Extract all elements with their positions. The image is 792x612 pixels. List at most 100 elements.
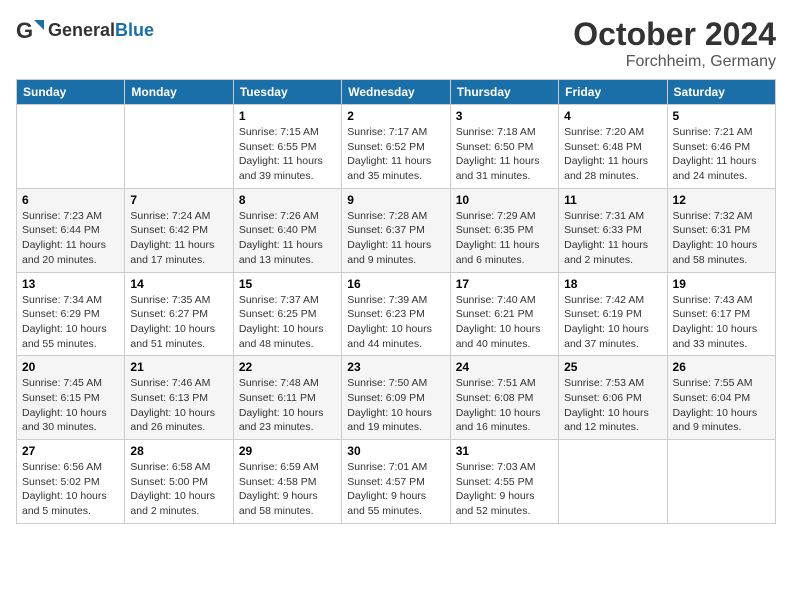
day-number: 12 [673,193,770,207]
day-info: Sunrise: 7:15 AM Sunset: 6:55 PM Dayligh… [239,125,336,184]
day-number: 15 [239,277,336,291]
day-number: 2 [347,109,444,123]
calendar-cell: 21 Sunrise: 7:46 AM Sunset: 6:13 PM Dayli… [125,356,233,440]
calendar-cell: 15 Sunrise: 7:37 AM Sunset: 6:25 PM Dayli… [233,272,341,356]
day-info: Sunrise: 6:59 AM Sunset: 4:58 PM Dayligh… [239,460,336,519]
day-number: 8 [239,193,336,207]
day-info: Sunrise: 7:28 AM Sunset: 6:37 PM Dayligh… [347,209,444,268]
day-number: 18 [564,277,661,291]
day-number: 21 [130,360,227,374]
day-info: Sunrise: 7:55 AM Sunset: 6:04 PM Dayligh… [673,376,770,435]
day-info: Sunrise: 7:24 AM Sunset: 6:42 PM Dayligh… [130,209,227,268]
calendar-cell: 3Sunrise: 7:18 AM Sunset: 6:50 PM Daylig… [450,105,558,189]
calendar-cell: 2 Sunrise: 7:17 AM Sunset: 6:52 PM Daylig… [342,105,450,189]
day-info: Sunrise: 7:37 AM Sunset: 6:25 PM Dayligh… [239,293,336,352]
calendar-header-tuesday: Tuesday [233,80,341,105]
day-number: 13 [22,277,119,291]
day-info: Sunrise: 7:18 AM Sunset: 6:50 PM Dayligh… [456,125,553,184]
calendar-header-thursday: Thursday [450,80,558,105]
day-number: 9 [347,193,444,207]
day-number: 23 [347,360,444,374]
calendar-cell: 16 Sunrise: 7:39 AM Sunset: 6:23 PM Dayli… [342,272,450,356]
day-number: 25 [564,360,661,374]
logo-icon: G [16,16,44,44]
logo-text-general: General [48,20,115,40]
day-info: Sunrise: 7:01 AM Sunset: 4:57 PM Dayligh… [347,460,444,519]
day-info: Sunrise: 7:51 AM Sunset: 6:08 PM Dayligh… [456,376,553,435]
calendar-cell: 19 Sunrise: 7:43 AM Sunset: 6:17 PM Dayli… [667,272,775,356]
calendar-cell: 24Sunrise: 7:51 AM Sunset: 6:08 PM Dayli… [450,356,558,440]
day-info: Sunrise: 7:42 AM Sunset: 6:19 PM Dayligh… [564,293,661,352]
calendar-cell: 7 Sunrise: 7:24 AM Sunset: 6:42 PM Daylig… [125,188,233,272]
calendar-cell: 25 Sunrise: 7:53 AM Sunset: 6:06 PM Dayli… [559,356,667,440]
calendar-cell: 28 Sunrise: 6:58 AM Sunset: 5:00 PM Dayli… [125,440,233,524]
calendar-cell: 5 Sunrise: 7:21 AM Sunset: 6:46 PM Daylig… [667,105,775,189]
logo-text-blue: Blue [115,20,154,40]
calendar-cell: 10 Sunrise: 7:29 AM Sunset: 6:35 PM Dayli… [450,188,558,272]
calendar-header-wednesday: Wednesday [342,80,450,105]
calendar-cell: 22Sunrise: 7:48 AM Sunset: 6:11 PM Dayli… [233,356,341,440]
day-info: Sunrise: 7:17 AM Sunset: 6:52 PM Dayligh… [347,125,444,184]
day-number: 28 [130,444,227,458]
day-info: Sunrise: 7:46 AM Sunset: 6:13 PM Dayligh… [130,376,227,435]
calendar-cell [17,105,125,189]
day-info: Sunrise: 7:53 AM Sunset: 6:06 PM Dayligh… [564,376,661,435]
day-number: 29 [239,444,336,458]
calendar-week-row: 6Sunrise: 7:23 AM Sunset: 6:44 PM Daylig… [17,188,776,272]
day-number: 7 [130,193,227,207]
day-info: Sunrise: 7:40 AM Sunset: 6:21 PM Dayligh… [456,293,553,352]
calendar-cell: 6Sunrise: 7:23 AM Sunset: 6:44 PM Daylig… [17,188,125,272]
calendar-week-row: 27Sunrise: 6:56 AM Sunset: 5:02 PM Dayli… [17,440,776,524]
day-number: 27 [22,444,119,458]
calendar-header-sunday: Sunday [17,80,125,105]
day-number: 6 [22,193,119,207]
calendar-cell: 31 Sunrise: 7:03 AM Sunset: 4:55 PM Dayli… [450,440,558,524]
day-info: Sunrise: 7:03 AM Sunset: 4:55 PM Dayligh… [456,460,553,519]
day-info: Sunrise: 7:29 AM Sunset: 6:35 PM Dayligh… [456,209,553,268]
calendar-cell: 4Sunrise: 7:20 AM Sunset: 6:48 PM Daylig… [559,105,667,189]
day-number: 11 [564,193,661,207]
day-number: 22 [239,360,336,374]
day-number: 19 [673,277,770,291]
day-number: 4 [564,109,661,123]
day-number: 26 [673,360,770,374]
page-header: G GeneralBlue October 2024 Forchheim, Ge… [16,16,776,71]
day-info: Sunrise: 6:58 AM Sunset: 5:00 PM Dayligh… [130,460,227,519]
day-number: 1 [239,109,336,123]
calendar-week-row: 13Sunrise: 7:34 AM Sunset: 6:29 PM Dayli… [17,272,776,356]
day-number: 30 [347,444,444,458]
day-info: Sunrise: 7:43 AM Sunset: 6:17 PM Dayligh… [673,293,770,352]
day-number: 16 [347,277,444,291]
calendar-cell [125,105,233,189]
day-number: 10 [456,193,553,207]
calendar-table: SundayMondayTuesdayWednesdayThursdayFrid… [16,79,776,524]
day-info: Sunrise: 7:35 AM Sunset: 6:27 PM Dayligh… [130,293,227,352]
day-info: Sunrise: 7:21 AM Sunset: 6:46 PM Dayligh… [673,125,770,184]
day-info: Sunrise: 7:31 AM Sunset: 6:33 PM Dayligh… [564,209,661,268]
day-info: Sunrise: 7:32 AM Sunset: 6:31 PM Dayligh… [673,209,770,268]
title-block: October 2024 Forchheim, Germany [573,16,776,71]
calendar-week-row: 20 Sunrise: 7:45 AM Sunset: 6:15 PM Dayli… [17,356,776,440]
day-info: Sunrise: 7:39 AM Sunset: 6:23 PM Dayligh… [347,293,444,352]
day-number: 31 [456,444,553,458]
calendar-cell: 30 Sunrise: 7:01 AM Sunset: 4:57 PM Dayli… [342,440,450,524]
calendar-week-row: 1 Sunrise: 7:15 AM Sunset: 6:55 PM Daylig… [17,105,776,189]
calendar-header-monday: Monday [125,80,233,105]
calendar-cell: 18 Sunrise: 7:42 AM Sunset: 6:19 PM Dayli… [559,272,667,356]
calendar-cell: 26 Sunrise: 7:55 AM Sunset: 6:04 PM Dayli… [667,356,775,440]
day-number: 5 [673,109,770,123]
calendar-cell [667,440,775,524]
day-number: 14 [130,277,227,291]
calendar-cell: 23Sunrise: 7:50 AM Sunset: 6:09 PM Dayli… [342,356,450,440]
day-number: 17 [456,277,553,291]
calendar-cell: 20 Sunrise: 7:45 AM Sunset: 6:15 PM Dayli… [17,356,125,440]
calendar-cell: 27Sunrise: 6:56 AM Sunset: 5:02 PM Dayli… [17,440,125,524]
day-number: 20 [22,360,119,374]
calendar-cell: 14 Sunrise: 7:35 AM Sunset: 6:27 PM Dayli… [125,272,233,356]
calendar-cell: 12 Sunrise: 7:32 AM Sunset: 6:31 PM Dayli… [667,188,775,272]
day-info: Sunrise: 7:45 AM Sunset: 6:15 PM Dayligh… [22,376,119,435]
logo: G GeneralBlue [16,16,154,44]
month-title: October 2024 [573,16,776,53]
calendar-header-saturday: Saturday [667,80,775,105]
calendar-cell: 17 Sunrise: 7:40 AM Sunset: 6:21 PM Dayli… [450,272,558,356]
